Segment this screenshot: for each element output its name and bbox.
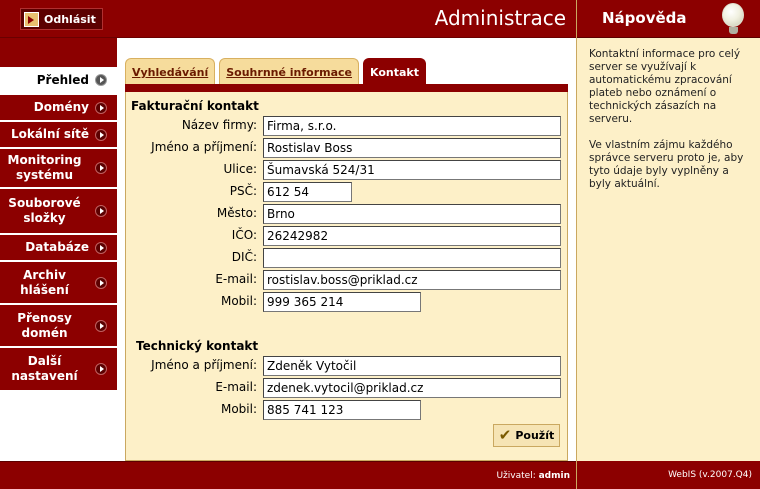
sidebar: Přehled Domény Lokální sítě Monitoring s… — [0, 38, 117, 461]
version-label: WebIS (v.2007.Q4) — [577, 461, 760, 489]
sidebar-item-label: Další nastavení — [11, 354, 78, 383]
form-row-tech-mobile: Mobil: 885 741 123 — [126, 400, 569, 420]
form-row-billing-name: Jméno a příjmení: Rostislav Boss — [126, 138, 569, 158]
lightbulb-icon — [722, 3, 744, 34]
help-title: Nápověda — [602, 9, 687, 27]
main-content: Vyhledávání Souhrnné informace Kontakt F… — [117, 38, 576, 461]
sidebar-item-souborove-slozky[interactable]: Souborové složky — [0, 189, 117, 234]
billing-name-label: Jméno a příjmení: — [151, 140, 257, 154]
help-panel: Nápověda Kontaktní informace pro celý se… — [576, 0, 760, 489]
arrow-right-icon — [95, 101, 107, 114]
help-header: Nápověda — [577, 0, 760, 38]
arrow-right-icon — [95, 276, 107, 289]
form-row-dic: DIČ: — [126, 248, 569, 268]
checkmark-icon: ✔ — [498, 426, 512, 444]
tech-email-field[interactable]: zdenek.vytocil@priklad.cz — [263, 378, 561, 398]
billing-mobile-label: Mobil: — [220, 294, 257, 308]
city-field[interactable]: Brno — [263, 204, 561, 224]
user-label: Uživatel: — [496, 471, 536, 481]
sidebar-item-label: Archiv hlášení — [20, 267, 69, 297]
form-row-tech-email: E-mail: zdenek.vytocil@priklad.cz — [126, 378, 569, 398]
billing-email-label: E-mail: — [215, 272, 257, 286]
sidebar-item-label: Monitoring systému — [7, 153, 82, 182]
ico-field[interactable]: 26242982 — [263, 226, 561, 246]
form-row-city: Město: Brno — [126, 204, 569, 224]
city-label: Město: — [216, 206, 257, 220]
ico-label: IČO: — [231, 228, 257, 242]
billing-email-field[interactable]: rostislav.boss@priklad.cz — [263, 270, 561, 290]
user-name: admin — [538, 471, 570, 481]
tab-kontakt[interactable]: Kontakt — [363, 58, 426, 84]
technical-section-title: Technický kontakt — [136, 339, 259, 353]
top-bar: Odhlásit Administrace — [0, 0, 576, 38]
zip-label: PSČ: — [229, 184, 257, 198]
street-field[interactable]: Šumavská 524/31 — [263, 160, 561, 180]
form-row-company: Název firmy: Firma, s.r.o. — [126, 116, 569, 136]
zip-field[interactable]: 612 54 — [263, 182, 352, 202]
form-row-zip: PSČ: 612 54 — [126, 182, 569, 202]
sidebar-item-archiv-hlaseni[interactable]: Archiv hlášení — [0, 262, 117, 304]
sidebar-item-prenosy-domen[interactable]: Přenosy domén — [0, 305, 117, 347]
sidebar-item-domeny[interactable]: Domény — [0, 95, 117, 121]
sidebar-item-label: Databáze — [25, 240, 89, 254]
status-bar: Uživatel: admin — [0, 461, 576, 489]
company-field[interactable]: Firma, s.r.o. — [263, 116, 561, 136]
sidebar-item-label: Domény — [33, 100, 89, 114]
arrow-right-icon — [95, 128, 107, 141]
sidebar-item-label: Lokální sítě — [10, 127, 89, 141]
sidebar-item-monitoring[interactable]: Monitoring systému — [0, 149, 117, 188]
billing-mobile-field[interactable]: 999 365 214 — [263, 292, 421, 312]
form-row-street: Ulice: Šumavská 524/31 — [126, 160, 569, 180]
help-text: Kontaktní informace pro celý server se v… — [577, 38, 760, 191]
tech-name-label: Jméno a příjmení: — [151, 358, 257, 372]
exit-icon — [24, 11, 39, 27]
form-row-tech-name: Jméno a příjmení: Zdeněk Vytočil — [126, 356, 569, 376]
app-title: Administrace — [434, 6, 566, 30]
tab-bar: Vyhledávání Souhrnné informace Kontakt — [125, 58, 426, 84]
company-label: Název firmy: — [181, 118, 257, 132]
sidebar-item-prehled[interactable]: Přehled — [0, 67, 117, 94]
apply-label: Použít — [515, 429, 555, 442]
contact-form: Fakturační kontakt Název firmy: Firma, s… — [125, 92, 568, 461]
sidebar-item-lokalni-site[interactable]: Lokální sítě — [0, 122, 117, 148]
arrow-right-icon — [95, 162, 107, 174]
street-label: Ulice: — [223, 162, 257, 176]
main-top-spacer — [117, 38, 576, 46]
sidebar-top-strip — [0, 38, 117, 67]
tab-vyhledavani[interactable]: Vyhledávání — [125, 58, 216, 84]
sidebar-item-dalsi-nastaveni[interactable]: Další nastavení — [0, 348, 117, 391]
help-paragraph: Ve vlastním zájmu každého správce server… — [589, 139, 744, 190]
arrow-right-icon — [95, 319, 107, 332]
sidebar-item-label: Souborové složky — [8, 196, 81, 225]
form-row-billing-mobile: Mobil: 999 365 214 — [126, 292, 569, 312]
tech-mobile-field[interactable]: 885 741 123 — [263, 400, 421, 420]
tab-underline — [125, 84, 568, 92]
form-row-ico: IČO: 26242982 — [126, 226, 569, 246]
tab-souhrnne-informace[interactable]: Souhrnné informace — [219, 58, 360, 84]
arrow-right-icon — [95, 241, 107, 254]
arrow-right-icon — [95, 363, 107, 375]
sidebar-item-label: Přehled — [36, 72, 89, 87]
billing-name-field[interactable]: Rostislav Boss — [263, 138, 561, 158]
arrow-right-icon — [95, 205, 107, 217]
tech-mobile-label: Mobil: — [220, 402, 257, 416]
apply-button[interactable]: ✔ Použít — [493, 424, 560, 447]
arrow-right-icon — [95, 74, 107, 86]
help-paragraph: Kontaktní informace pro celý server se v… — [589, 48, 741, 125]
form-row-billing-email: E-mail: rostislav.boss@priklad.cz — [126, 270, 569, 290]
sidebar-item-databaze[interactable]: Databáze — [0, 235, 117, 261]
tech-name-field[interactable]: Zdeněk Vytočil — [263, 356, 561, 376]
sidebar-item-label: Přenosy domén — [17, 310, 72, 340]
logout-button[interactable]: Odhlásit — [20, 8, 103, 30]
dic-field[interactable] — [263, 248, 561, 268]
billing-section-title: Fakturační kontakt — [131, 99, 259, 113]
tech-email-label: E-mail: — [215, 380, 257, 394]
logout-label: Odhlásit — [44, 12, 96, 26]
dic-label: DIČ: — [231, 250, 257, 264]
